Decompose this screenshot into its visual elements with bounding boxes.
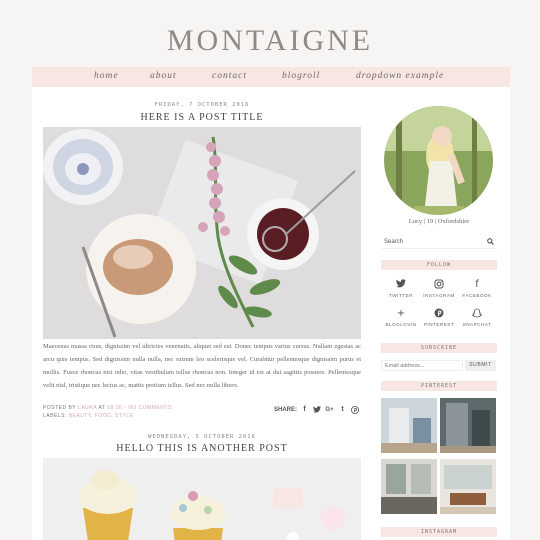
content-area: FRIDAY, 7 OCTOBER 2016 HERE IS A POST TI… [32, 87, 510, 540]
post-image-cupcakes[interactable] [43, 458, 361, 540]
snapchat-icon [458, 308, 496, 320]
share-label: SHARE: [274, 406, 298, 413]
nav-blogroll[interactable]: blogroll [282, 71, 320, 81]
pinterest-thumb[interactable] [381, 398, 437, 453]
main-nav: home about contact blogroll dropdown exa… [32, 67, 510, 87]
follow-widget-title: FOLLOW [381, 260, 497, 270]
social-label: TWITTER [389, 293, 413, 298]
social-pinterest[interactable]: PINTEREST [420, 308, 458, 327]
labels-links[interactable]: BEAUTY, FOOD, STYLE [69, 413, 134, 419]
nav-home[interactable]: home [94, 71, 119, 81]
twitter-icon [382, 279, 420, 291]
social-label: INSTAGRAM [423, 293, 455, 298]
tumblr-icon[interactable]: t [338, 405, 347, 414]
submit-button[interactable]: SUBMIT [465, 360, 496, 371]
google-plus-icon[interactable]: G+ [324, 405, 335, 414]
instagram-icon [420, 279, 458, 291]
social-label: PINTEREST [423, 322, 455, 327]
post-title[interactable]: HELLO THIS IS ANOTHER POST [43, 443, 361, 454]
share-bar: SHARE: f G+ t [274, 405, 359, 414]
social-twitter[interactable]: TWITTER [382, 279, 420, 298]
social-facebook[interactable]: f FACEBOOK [458, 279, 496, 298]
social-label: BLOGLOVIN [385, 322, 417, 327]
profile-caption: Lucy | 19 | Oxfordshire [408, 218, 470, 225]
post-date: FRIDAY, 7 OCTOBER 2016 [154, 102, 250, 108]
pinterest-thumb[interactable] [440, 459, 496, 514]
post-time-link[interactable]: 09:30 [107, 405, 122, 411]
pinterest-icon[interactable] [350, 405, 359, 414]
social-label: FACEBOOK [462, 293, 492, 298]
post-byline: POSTED BY LAURA AT 09:30 · NO COMMENTS [43, 405, 172, 411]
social-label: SNAPCHAT [462, 322, 492, 327]
author-link[interactable]: LAURA [78, 405, 97, 411]
nav-about[interactable]: about [150, 71, 177, 81]
post-labels: LABELS: BEAUTY, FOOD, STYLE [43, 413, 134, 419]
post-date: WEDNESDAY, 5 OCTOBER 2016 [148, 434, 256, 440]
avatar [384, 106, 493, 215]
search-icon[interactable] [487, 238, 494, 247]
pinterest-widget-title: PINTEREST [381, 381, 497, 391]
social-snapchat[interactable]: SNAPCHAT [458, 308, 496, 327]
pinterest-icon [420, 308, 458, 320]
pinterest-thumb[interactable] [381, 459, 437, 514]
social-instagram[interactable]: INSTAGRAM [420, 279, 458, 298]
post-image-tea[interactable] [43, 127, 361, 339]
pinterest-thumb[interactable] [440, 398, 496, 453]
post-excerpt: Maecenas massa risus, dignissim vel ultr… [43, 343, 361, 389]
facebook-icon: f [475, 279, 479, 290]
blog-title[interactable]: MONTAIGNE [0, 24, 540, 58]
search-input[interactable]: Search [382, 237, 497, 249]
social-bloglovin[interactable]: + BLOGLOVIN [382, 308, 420, 327]
search-placeholder: Search [384, 239, 404, 245]
nav-dropdown-example[interactable]: dropdown example [356, 71, 444, 81]
subscribe-widget-title: SUBSCRIBE [381, 343, 497, 353]
post-title[interactable]: HERE IS A POST TITLE [43, 112, 361, 123]
facebook-icon[interactable]: f [300, 405, 309, 414]
bloglovin-icon: + [396, 308, 406, 319]
email-field[interactable]: Email address... [381, 360, 463, 371]
twitter-icon[interactable] [312, 405, 321, 414]
comments-link[interactable]: NO COMMENTS [128, 405, 172, 411]
nav-contact[interactable]: contact [212, 71, 247, 81]
instagram-widget-title: INSTAGRAM [381, 527, 497, 537]
